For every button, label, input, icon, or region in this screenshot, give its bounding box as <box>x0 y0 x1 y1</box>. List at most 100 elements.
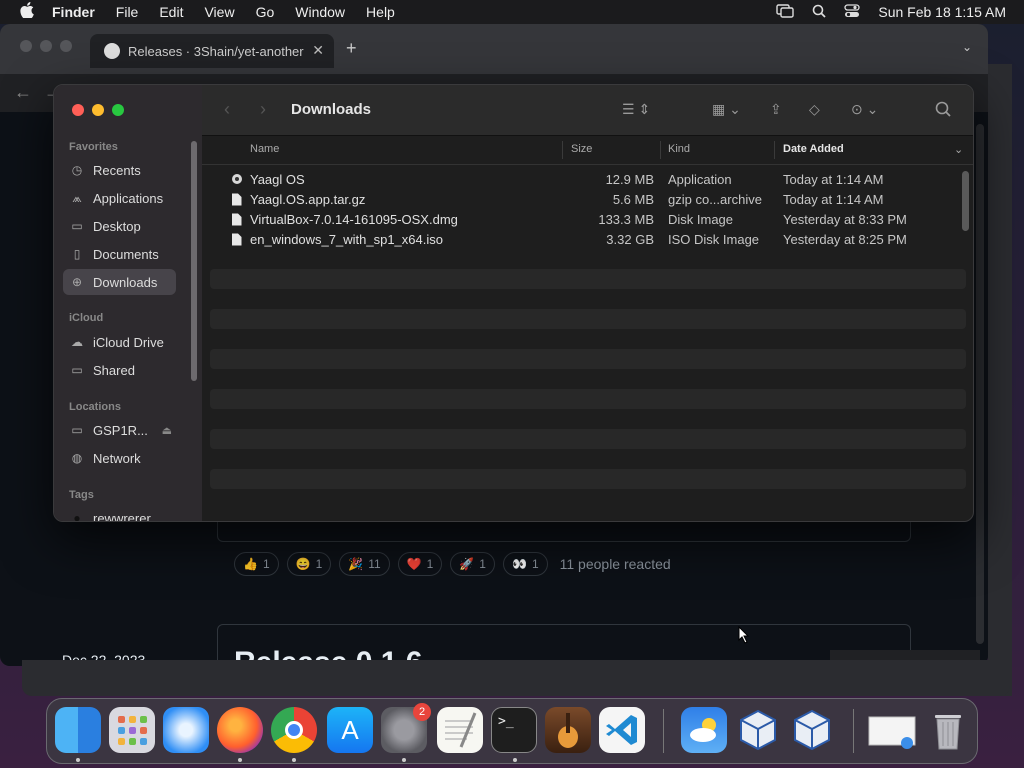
sidebar-item-icloud-drive[interactable]: ☁ iCloud Drive <box>63 329 176 355</box>
file-name: VirtualBox-7.0.14-161095-OSX.dmg <box>250 211 458 227</box>
launchpad-icon[interactable] <box>109 707 155 753</box>
dock: A 2 >_ <box>46 698 978 764</box>
forward-icon[interactable]: › <box>260 99 266 120</box>
sidebar-item-shared[interactable]: ▭ Shared <box>63 357 176 383</box>
sidebar-item-label: Applications <box>93 190 164 206</box>
spotlight-search-icon[interactable] <box>812 4 826 21</box>
search-icon[interactable] <box>935 101 951 120</box>
menu-window[interactable]: Window <box>295 4 345 20</box>
tab-search-icon[interactable]: ⌄ <box>962 40 972 54</box>
file-row[interactable]: VirtualBox-7.0.14-161095-OSX.dmg 133.3 M… <box>210 209 966 229</box>
list-view-icon[interactable]: ☰ ⇕ <box>622 101 650 118</box>
eject-icon[interactable]: ⏏ <box>162 424 172 437</box>
firefox-icon[interactable] <box>217 707 263 753</box>
column-date-added[interactable]: Date Added <box>783 143 844 155</box>
column-header: Name Size Kind Date Added ⌄ <box>202 136 973 165</box>
menu-view[interactable]: View <box>204 4 234 20</box>
share-icon[interactable]: ⇪ <box>770 101 782 118</box>
sidebar-scrollbar[interactable] <box>191 141 197 381</box>
file-name: Yaagl.OS.app.tar.gz <box>250 191 366 207</box>
safari-icon[interactable] <box>163 707 209 753</box>
column-size[interactable]: Size <box>571 143 592 155</box>
control-center-icon[interactable] <box>844 3 861 21</box>
zoom-window-button[interactable] <box>112 104 124 116</box>
screen-mirroring-icon[interactable] <box>776 3 795 21</box>
weather-icon[interactable] <box>681 707 727 753</box>
menu-help[interactable]: Help <box>366 4 395 20</box>
new-tab-icon[interactable]: + <box>346 38 357 59</box>
menubar-clock[interactable]: Sun Feb 18 1:15 AM <box>878 4 1006 20</box>
browser-back-icon[interactable]: ← <box>14 82 32 103</box>
sidebar-item-desktop[interactable]: ▭ Desktop <box>63 213 176 239</box>
back-icon[interactable]: ‹ <box>224 99 230 120</box>
menu-file[interactable]: File <box>116 4 139 20</box>
close-window-button[interactable] <box>72 104 84 116</box>
textedit-icon[interactable] <box>437 707 483 753</box>
empty-row <box>210 389 966 409</box>
tab-close-icon[interactable]: ✕ <box>312 42 324 59</box>
browser-tab[interactable]: Releases · 3Shain/yet-another ✕ <box>90 34 334 68</box>
more-actions-icon[interactable]: ⊙ ⌄ <box>851 101 878 118</box>
minimize-window-button[interactable] <box>92 104 104 116</box>
file-list-scrollbar[interactable] <box>962 171 969 231</box>
tag-icon[interactable]: ◇ <box>809 101 820 118</box>
reaction-laugh[interactable]: 😄 1 <box>286 552 332 576</box>
menu-edit[interactable]: Edit <box>159 4 183 20</box>
finder-sidebar: Favorites ◷ Recents ⩕ Applications ▭ Des… <box>54 85 202 521</box>
column-kind[interactable]: Kind <box>668 143 690 155</box>
sort-chevron-icon[interactable]: ⌄ <box>954 143 963 156</box>
browser-scrollbar[interactable] <box>976 124 984 644</box>
finder-icon[interactable] <box>55 707 101 753</box>
drive-icon: ▭ <box>71 423 83 437</box>
file-row[interactable]: Yaagl OS 12.9 MB Application Today at 1:… <box>210 169 966 189</box>
app-store-icon[interactable]: A <box>327 707 373 753</box>
sidebar-item-drive[interactable]: ▭ GSP1R... ⏏ <box>63 417 176 443</box>
file-name: en_windows_7_with_sp1_x64.iso <box>250 231 443 247</box>
reaction-heart[interactable]: ❤️ 1 <box>397 552 443 576</box>
reaction-thumbs-up[interactable]: 👍 1 <box>234 552 279 576</box>
vscode-icon[interactable] <box>599 707 645 753</box>
garageband-icon[interactable] <box>545 707 591 753</box>
screenshot-preview-icon[interactable] <box>867 707 916 753</box>
sidebar-item-recents[interactable]: ◷ Recents <box>63 157 176 183</box>
virtualbox-icon[interactable] <box>789 707 835 753</box>
apple-icon[interactable] <box>18 2 36 22</box>
trash-icon[interactable] <box>925 707 971 753</box>
sidebar-item-network[interactable]: ◍ Network <box>63 445 176 471</box>
menu-app-name[interactable]: Finder <box>52 4 95 20</box>
empty-row <box>210 349 966 369</box>
file-date: Today at 1:14 AM <box>783 191 884 207</box>
menu-go[interactable]: Go <box>256 4 275 20</box>
sidebar-header-favorites: Favorites <box>69 141 118 153</box>
empty-row <box>210 489 966 509</box>
terminal-icon[interactable]: >_ <box>491 707 537 753</box>
reaction-eyes[interactable]: 👀 1 <box>502 552 548 576</box>
file-size: 5.6 MB <box>612 191 654 207</box>
sidebar-item-documents[interactable]: ▯ Documents <box>63 241 176 267</box>
sidebar-item-downloads[interactable]: ⊕ Downloads <box>63 269 176 295</box>
system-settings-icon[interactable]: 2 <box>381 703 431 753</box>
file-row[interactable]: Yaagl.OS.app.tar.gz 5.6 MB gzip co...arc… <box>210 189 966 209</box>
sidebar-item-applications[interactable]: ⩕ Applications <box>63 185 176 211</box>
reaction-rocket[interactable]: 🚀 1 <box>450 552 495 576</box>
reaction-count: 1 <box>479 557 486 571</box>
file-date: Today at 1:14 AM <box>783 171 884 187</box>
file-name: Yaagl OS <box>250 171 305 187</box>
column-name[interactable]: Name <box>250 143 279 155</box>
github-icon <box>104 43 120 59</box>
group-icon[interactable]: ▦ ⌄ <box>712 101 741 118</box>
reaction-emoji: 😄 <box>295 557 311 571</box>
sidebar-item-label: Network <box>93 450 141 466</box>
sidebar-item-tag[interactable]: ● rewwrerer <box>63 505 176 522</box>
menu-bar: Finder File Edit View Go Window Help Sun… <box>0 0 1024 24</box>
sidebar-item-label: Recents <box>93 162 141 178</box>
empty-row <box>210 309 966 329</box>
virtualbox-icon[interactable] <box>735 707 781 753</box>
file-row[interactable]: en_windows_7_with_sp1_x64.iso 3.32 GB IS… <box>210 229 966 249</box>
reactions-bar: 👍 1 😄 1 🎉 11 ❤️ 1 🚀 1 👀 1 11 people reacted <box>234 552 671 576</box>
sidebar-item-label: rewwrerer <box>93 510 151 522</box>
reaction-hooray[interactable]: 🎉 11 <box>339 552 390 576</box>
chrome-icon[interactable] <box>271 707 317 753</box>
notification-badge: 2 <box>413 703 431 721</box>
cloud-icon: ☁ <box>71 335 83 349</box>
